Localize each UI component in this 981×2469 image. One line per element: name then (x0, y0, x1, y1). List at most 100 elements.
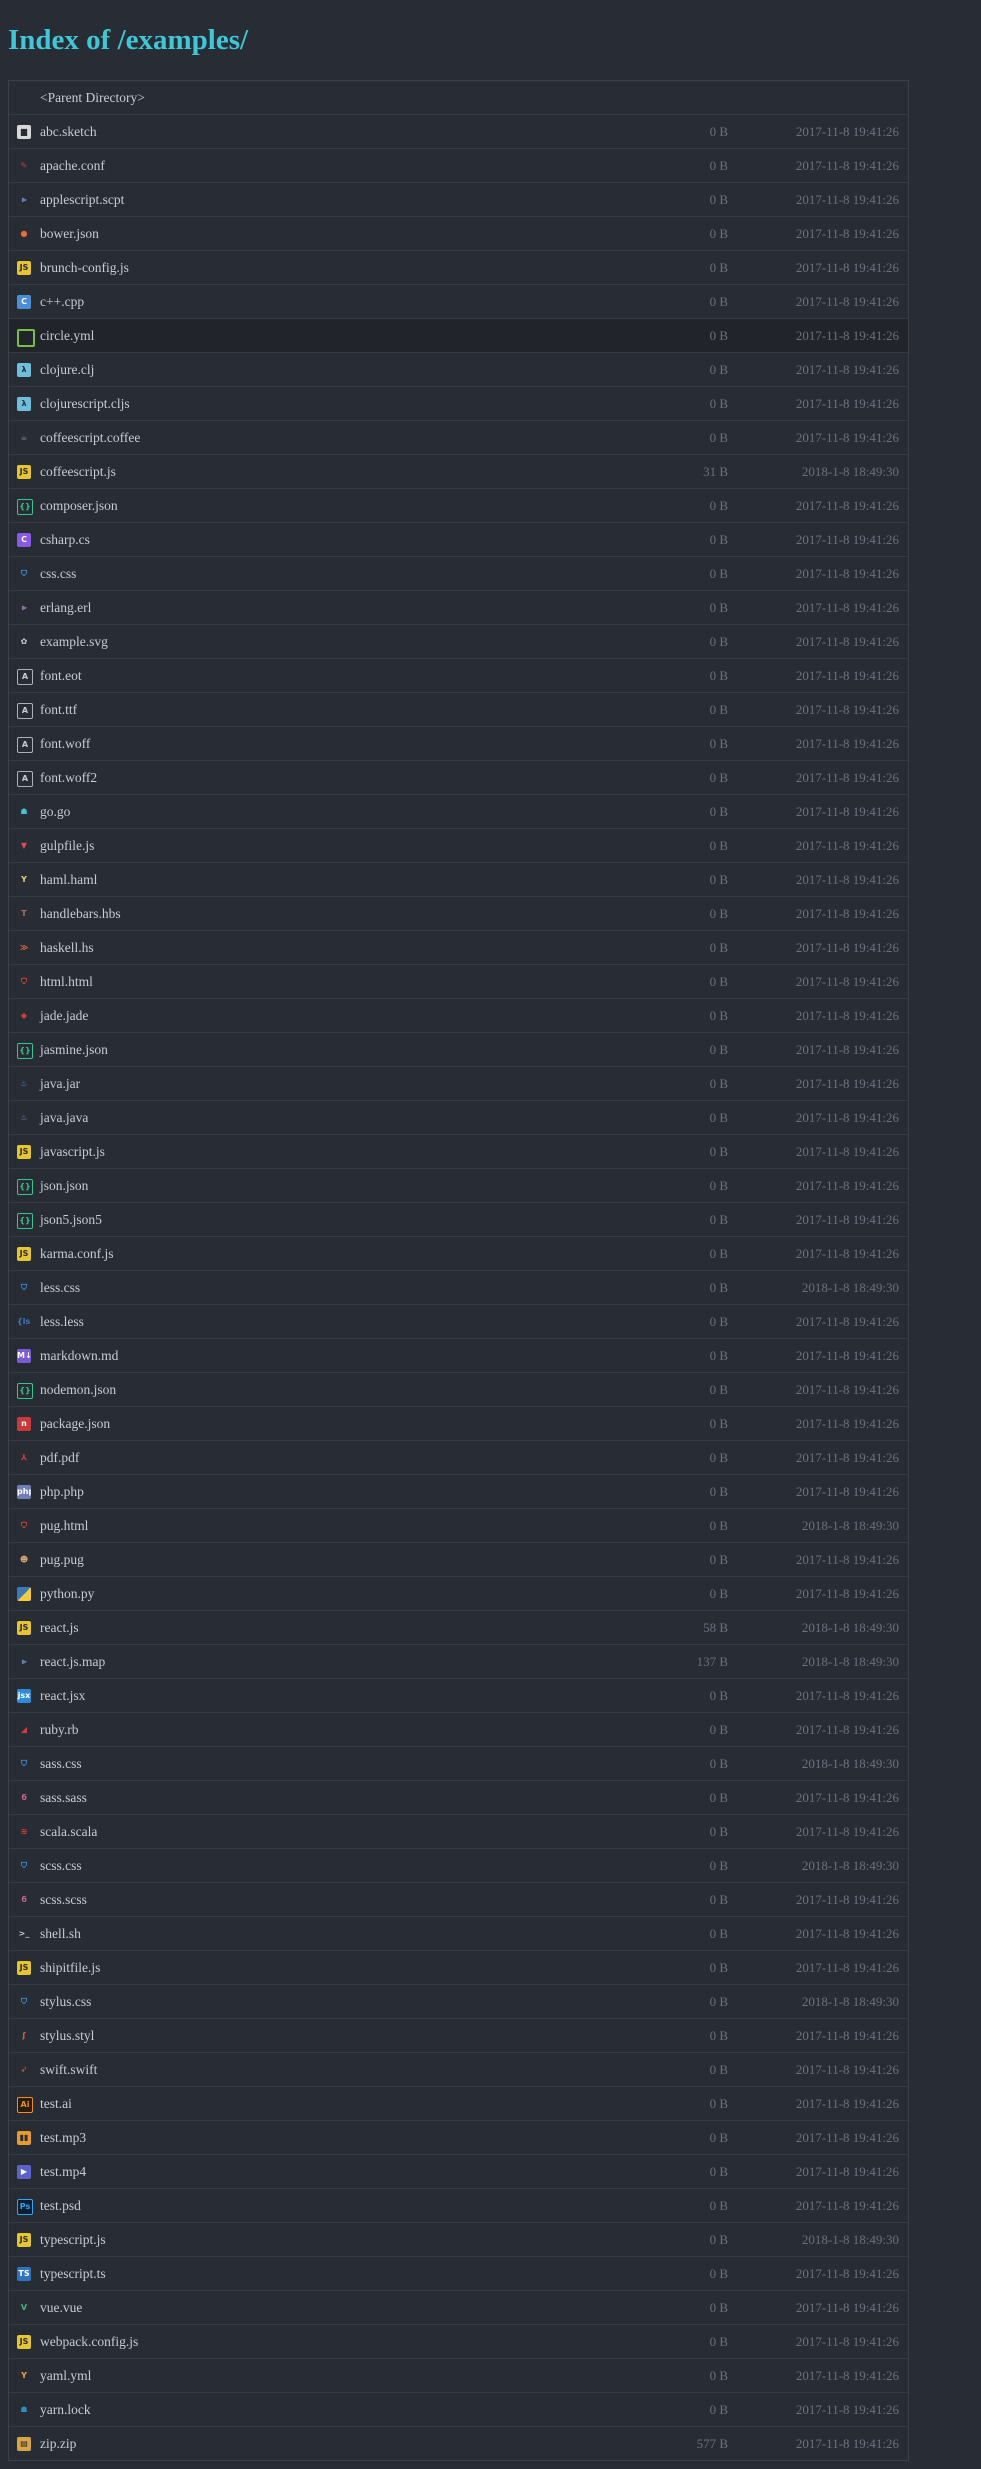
file-row[interactable]: ☻ pug.pug 0 B 2017-11-8 19:41:26 (9, 1543, 908, 1577)
file-row[interactable]: ◆ jade.jade 0 B 2017-11-8 19:41:26 (9, 999, 908, 1033)
file-name-link[interactable]: karma.conf.js (40, 1237, 113, 1270)
file-row[interactable]: JS javascript.js 0 B 2017-11-8 19:41:26 (9, 1135, 908, 1169)
file-name-link[interactable]: haml.haml (40, 863, 97, 896)
file-name-link[interactable]: test.psd (40, 2189, 81, 2222)
file-row[interactable]: JS coffeescript.js 31 B 2018-1-8 18:49:30 (9, 455, 908, 489)
file-name-link[interactable]: test.mp3 (40, 2121, 86, 2154)
file-name-link[interactable]: test.ai (40, 2087, 72, 2120)
file-name-link[interactable]: python.py (40, 1577, 94, 1610)
file-row[interactable]: ☗ go.go 0 B 2017-11-8 19:41:26 (9, 795, 908, 829)
file-name-link[interactable]: json.json (40, 1169, 88, 1202)
file-row[interactable]: Cc++.cpp 0 B 2017-11-8 19:41:26 (9, 285, 908, 319)
file-name-link[interactable]: coffeescript.js (40, 455, 116, 488)
file-name-link[interactable]: clojure.clj (40, 353, 94, 386)
file-row[interactable]: ≫ haskell.hs 0 B 2017-11-8 19:41:26 (9, 931, 908, 965)
file-name-link[interactable]: stylus.css (40, 1985, 91, 2018)
file-name-link[interactable]: yarn.lock (40, 2393, 91, 2426)
file-name-link[interactable]: webpack.config.js (40, 2325, 138, 2358)
file-row[interactable]: Vvue.vue 0 B 2017-11-8 19:41:26 (9, 2291, 908, 2325)
file-row[interactable]: JS brunch-config.js 0 B 2017-11-8 19:41:26 (9, 251, 908, 285)
file-name-link[interactable]: html.html (40, 965, 93, 998)
file-name-link[interactable]: brunch-config.js (40, 251, 129, 284)
file-row[interactable]: jsx react.jsx 0 B 2017-11-8 19:41:26 (9, 1679, 908, 1713)
file-name-link[interactable]: react.jsx (40, 1679, 85, 1712)
file-row[interactable]: n package.json 0 B 2017-11-8 19:41:26 (9, 1407, 908, 1441)
file-row[interactable]: JS typescript.js 0 B 2018-1-8 18:49:30 (9, 2223, 908, 2257)
file-row[interactable]: ▆ abc.sketch 0 B 2017-11-8 19:41:26 (9, 115, 908, 149)
file-row[interactable]: ⛉ pug.html 0 B 2018-1-8 18:49:30 (9, 1509, 908, 1543)
file-row[interactable]: Afont.ttf 0 B 2017-11-8 19:41:26 (9, 693, 908, 727)
file-name-link[interactable]: sass.css (40, 1747, 82, 1780)
file-row[interactable]: JS webpack.config.js 0 B 2017-11-8 19:41:26 (9, 2325, 908, 2359)
file-row[interactable]: ʃ stylus.styl 0 B 2017-11-8 19:41:26 (9, 2019, 908, 2053)
file-row[interactable]: λ clojurescript.cljs 0 B 2017-11-8 19:41:26 (9, 387, 908, 421)
file-name-link[interactable]: nodemon.json (40, 1373, 116, 1406)
file-row[interactable]: ⪢ applescript.scpt 0 B 2017-11-8 19:41:26 (9, 183, 908, 217)
file-name-link[interactable]: css.css (40, 557, 76, 590)
file-row[interactable]: ⛉ stylus.css 0 B 2018-1-8 18:49:30 (9, 1985, 908, 2019)
file-name-link[interactable]: stylus.styl (40, 2019, 94, 2052)
file-row[interactable]: circle.yml 0 B 2017-11-8 19:41:26 (9, 319, 908, 353)
file-name-link[interactable]: javascript.js (40, 1135, 105, 1168)
file-name-link[interactable]: typescript.ts (40, 2257, 106, 2290)
file-row[interactable]: ☕ coffeescript.coffee 0 B 2017-11-8 19:41:2… (9, 421, 908, 455)
file-name-link[interactable]: less.css (40, 1271, 80, 1304)
file-name-link[interactable]: shipitfile.js (40, 1951, 100, 1984)
file-row[interactable]: {} nodemon.json 0 B 2017-11-8 19:41:26 (9, 1373, 908, 1407)
file-row[interactable]: {} composer.json 0 B 2017-11-8 19:41:26 (9, 489, 908, 523)
file-name-link[interactable]: pug.html (40, 1509, 88, 1542)
file-row[interactable]: ● bower.json 0 B 2017-11-8 19:41:26 (9, 217, 908, 251)
file-name-link[interactable]: circle.yml (40, 319, 94, 352)
file-name-link[interactable]: haskell.hs (40, 931, 94, 964)
file-row[interactable]: JS karma.conf.js 0 B 2017-11-8 19:41:26 (9, 1237, 908, 1271)
file-name-link[interactable]: coffeescript.coffee (40, 421, 140, 454)
file-row[interactable]: ⪢ erlang.erl 0 B 2017-11-8 19:41:26 (9, 591, 908, 625)
file-name-link[interactable]: java.java (40, 1101, 88, 1134)
file-row[interactable]: ☗ yarn.lock 0 B 2017-11-8 19:41:26 (9, 2393, 908, 2427)
file-name-link[interactable]: java.jar (40, 1067, 80, 1100)
file-row[interactable]: λ clojure.clj 0 B 2017-11-8 19:41:26 (9, 353, 908, 387)
file-row[interactable]: >_ shell.sh 0 B 2017-11-8 19:41:26 (9, 1917, 908, 1951)
file-row[interactable]: TS typescript.ts 0 B 2017-11-8 19:41:26 (9, 2257, 908, 2291)
file-row[interactable]: ▮▮ test.mp3 0 B 2017-11-8 19:41:26 (9, 2121, 908, 2155)
file-name-link[interactable]: example.svg (40, 625, 108, 658)
file-row[interactable]: ◢ ruby.rb 0 B 2017-11-8 19:41:26 (9, 1713, 908, 1747)
file-name-link[interactable]: jade.jade (40, 999, 88, 1032)
file-name-link[interactable]: composer.json (40, 489, 118, 522)
file-row[interactable]: ⛉ sass.css 0 B 2018-1-8 18:49:30 (9, 1747, 908, 1781)
file-name-link[interactable]: typescript.js (40, 2223, 106, 2256)
parent-directory-row[interactable]: <Parent Directory> (9, 81, 908, 115)
file-row[interactable]: ⅄ pdf.pdf 0 B 2017-11-8 19:41:26 (9, 1441, 908, 1475)
file-row[interactable]: ϭ sass.sass 0 B 2017-11-8 19:41:26 (9, 1781, 908, 1815)
file-name-link[interactable]: package.json (40, 1407, 110, 1440)
file-name-link[interactable]: c++.cpp (40, 285, 84, 318)
file-row[interactable]: Ccsharp.cs 0 B 2017-11-8 19:41:26 (9, 523, 908, 557)
file-row[interactable]: M↓ markdown.md 0 B 2017-11-8 19:41:26 (9, 1339, 908, 1373)
file-name-link[interactable]: ruby.rb (40, 1713, 79, 1746)
file-name-link[interactable]: markdown.md (40, 1339, 118, 1372)
file-row[interactable]: ♨ java.jar 0 B 2017-11-8 19:41:26 (9, 1067, 908, 1101)
file-name-link[interactable]: font.ttf (40, 693, 77, 726)
file-name-link[interactable]: vue.vue (40, 2291, 82, 2324)
file-name-link[interactable]: shell.sh (40, 1917, 81, 1950)
file-row[interactable]: php php.php 0 B 2017-11-8 19:41:26 (9, 1475, 908, 1509)
file-row[interactable]: ▼ gulpfile.js 0 B 2017-11-8 19:41:26 (9, 829, 908, 863)
file-name-link[interactable]: erlang.erl (40, 591, 91, 624)
file-name-link[interactable]: json5.json5 (40, 1203, 102, 1236)
file-name-link[interactable]: font.eot (40, 659, 82, 692)
file-row[interactable]: python.py 0 B 2017-11-8 19:41:26 (9, 1577, 908, 1611)
parent-directory-link[interactable]: <Parent Directory> (40, 81, 145, 114)
file-name-link[interactable]: php.php (40, 1475, 84, 1508)
file-name-link[interactable]: font.woff (40, 727, 90, 760)
file-name-link[interactable]: go.go (40, 795, 70, 828)
file-row[interactable]: ⛉ html.html 0 B 2017-11-8 19:41:26 (9, 965, 908, 999)
file-row[interactable]: JS react.js 58 B 2018-1-8 18:49:30 (9, 1611, 908, 1645)
file-row[interactable]: ✎ apache.conf 0 B 2017-11-8 19:41:26 (9, 149, 908, 183)
file-name-link[interactable]: pug.pug (40, 1543, 84, 1576)
file-row[interactable]: ▤ zip.zip 577 B 2017-11-8 19:41:26 (9, 2427, 908, 2460)
file-name-link[interactable]: font.woff2 (40, 761, 97, 794)
file-row[interactable]: Thandlebars.hbs 0 B 2017-11-8 19:41:26 (9, 897, 908, 931)
file-name-link[interactable]: csharp.cs (40, 523, 90, 556)
file-name-link[interactable]: react.js (40, 1611, 79, 1644)
file-name-link[interactable]: pdf.pdf (40, 1441, 79, 1474)
